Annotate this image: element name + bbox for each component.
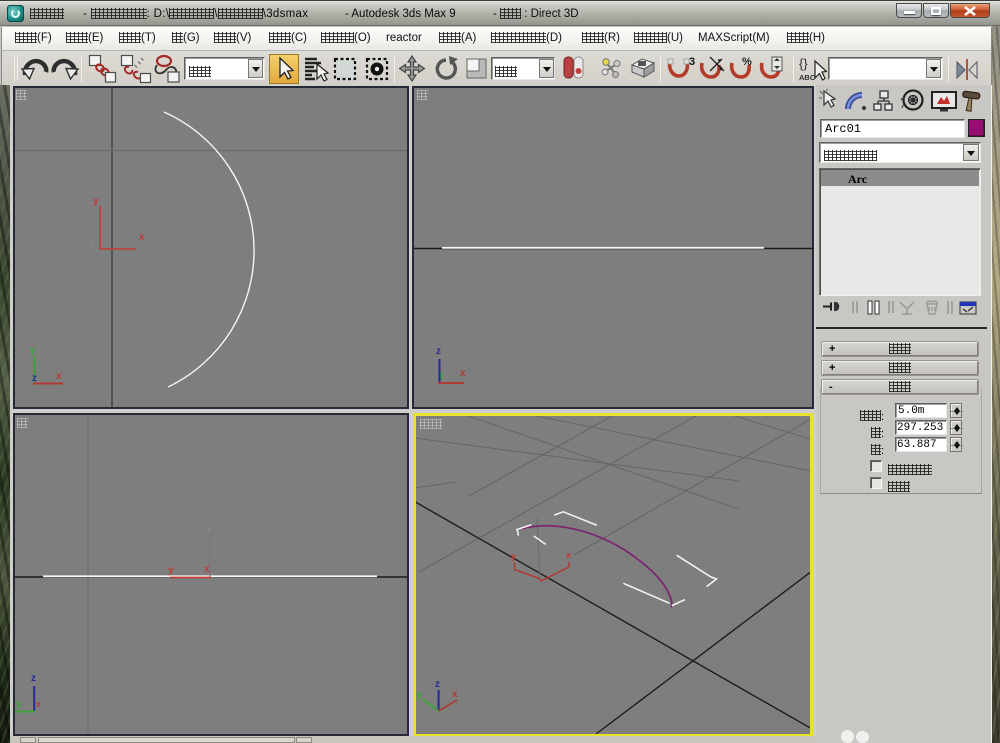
svg-text:x: x — [56, 371, 62, 382]
svg-text:x: x — [36, 699, 41, 709]
svg-text:{}: {} — [799, 56, 808, 71]
svg-text:y: y — [30, 345, 36, 356]
svg-text:%: % — [742, 56, 752, 68]
svg-text:x: x — [460, 368, 466, 379]
svg-text:z: z — [436, 346, 441, 357]
svg-text:3: 3 — [689, 56, 695, 68]
svg-text:y: y — [16, 699, 22, 710]
svg-text:x: x — [452, 689, 458, 700]
svg-text:z: z — [435, 679, 440, 690]
svg-text:z: z — [31, 673, 36, 684]
svg-text:z: z — [91, 241, 95, 250]
svg-text:x: x — [204, 564, 210, 575]
svg-text:y: y — [93, 196, 99, 207]
svg-text:y: y — [416, 690, 422, 701]
svg-text:x: x — [139, 232, 145, 243]
svg-text:y: y — [511, 551, 516, 561]
svg-text:y: y — [168, 565, 174, 576]
svg-text:ABC: ABC — [799, 73, 816, 82]
svg-text:z: z — [32, 373, 37, 384]
svg-text:z: z — [207, 526, 211, 535]
svg-text:x: x — [566, 550, 571, 560]
